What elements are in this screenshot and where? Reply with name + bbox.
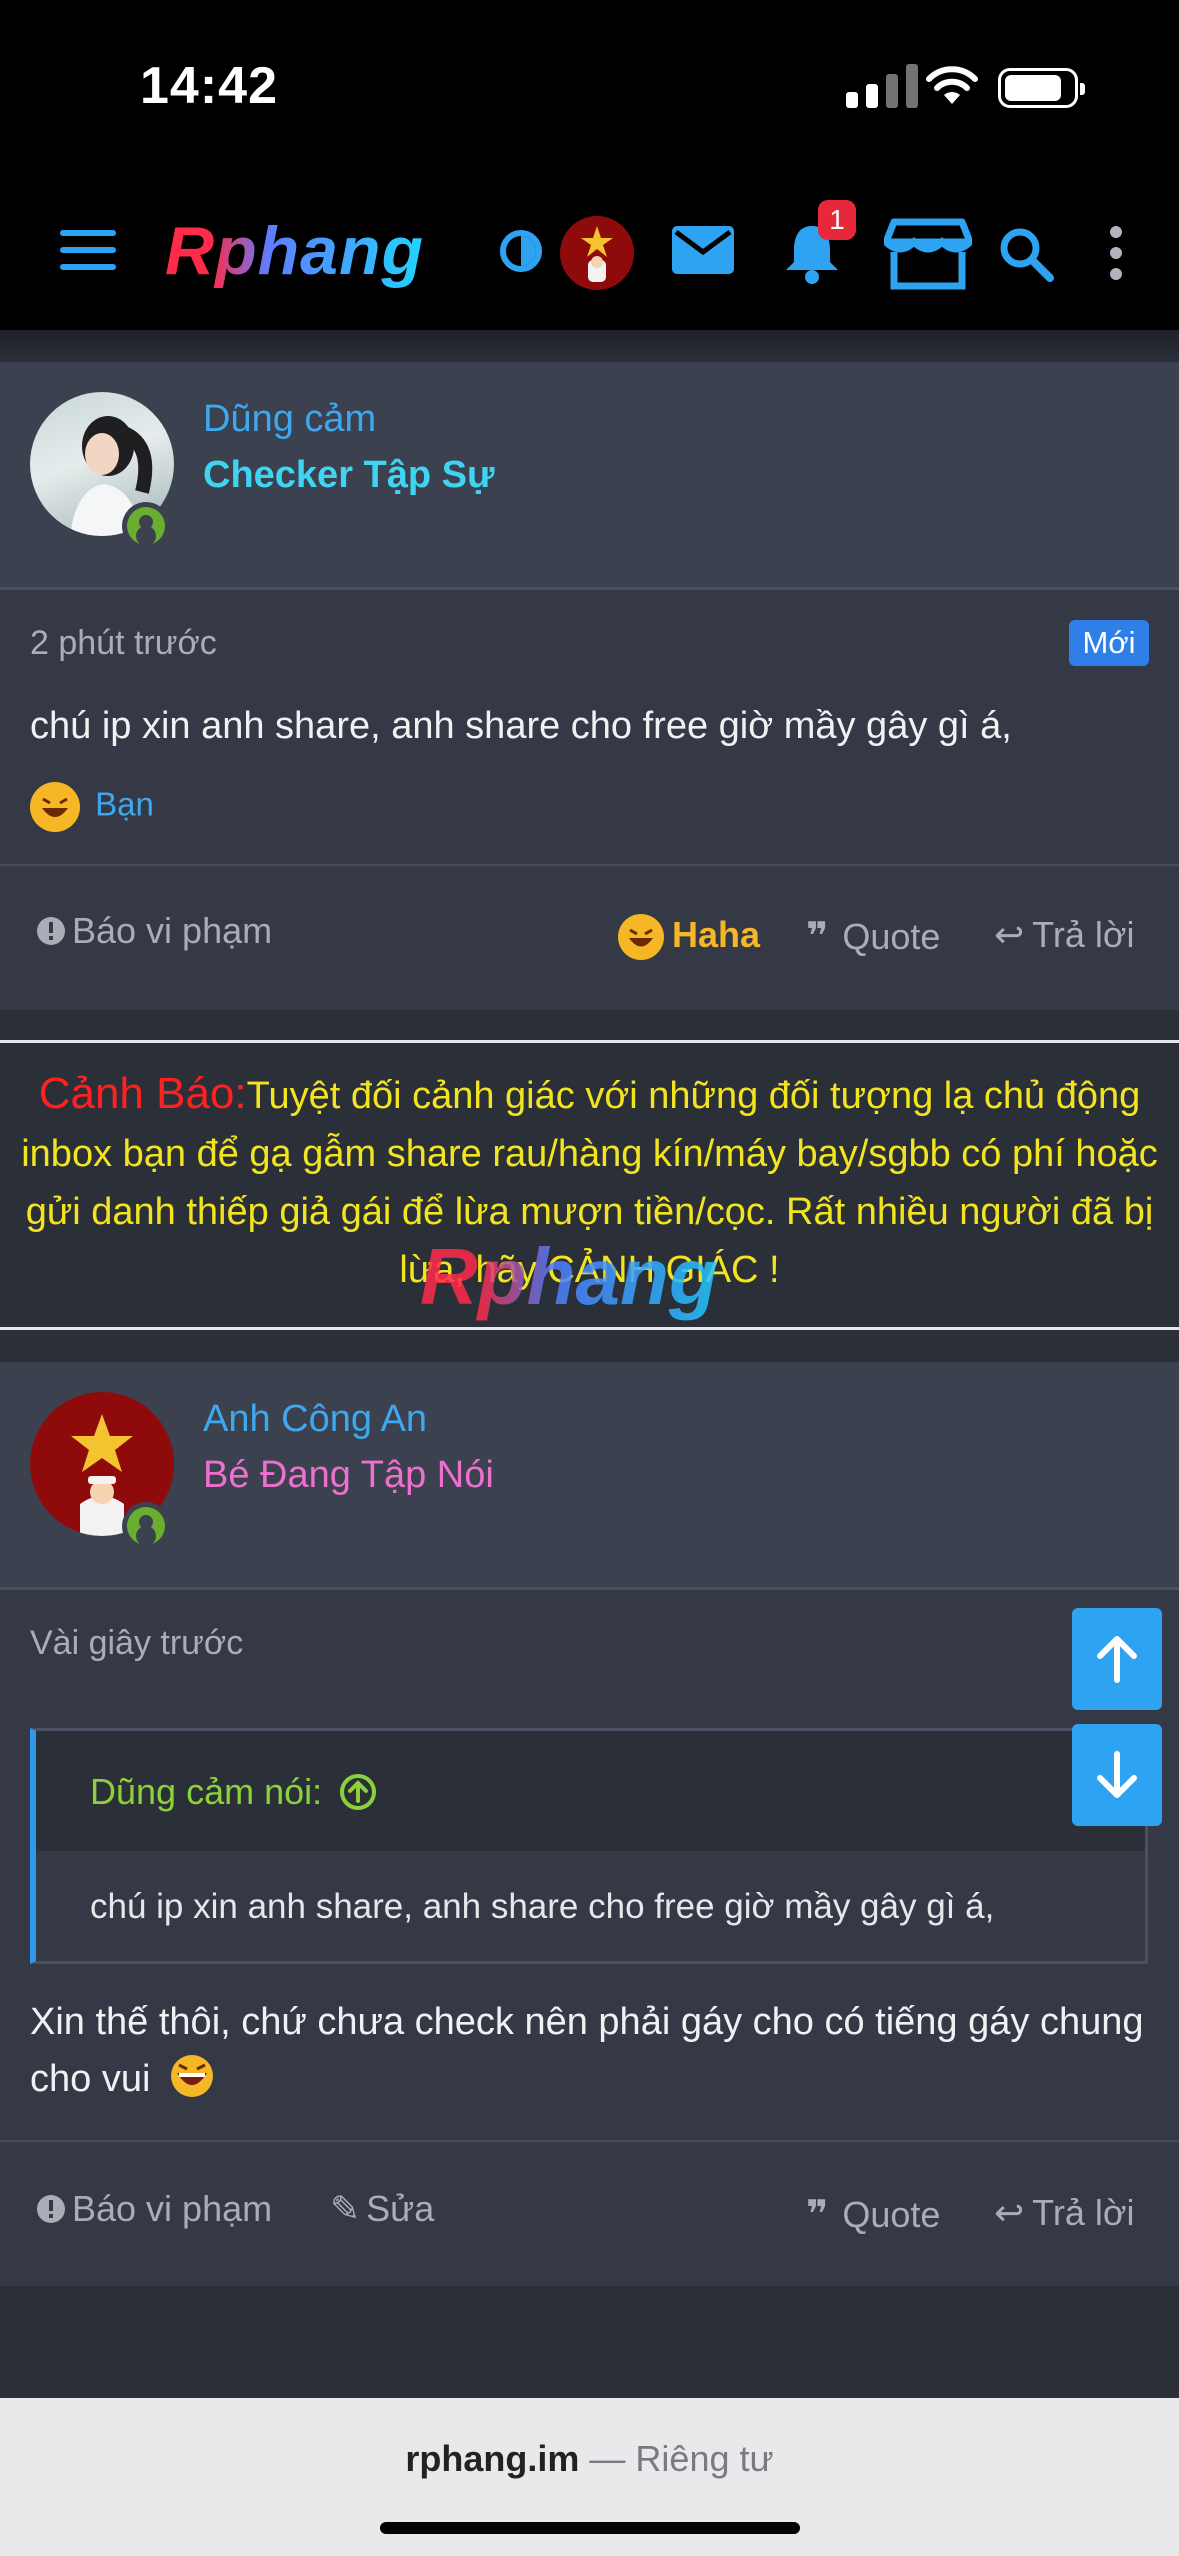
store-icon[interactable] [884, 216, 972, 290]
haha-label: Haha [672, 914, 761, 955]
status-time: 14:42 [140, 57, 278, 115]
edit-label: Sửa [366, 2188, 435, 2229]
new-badge: Mới [1069, 620, 1149, 666]
quote-label: Quote [842, 2194, 941, 2235]
quote-text: chú ip xin anh share, anh share cho free… [90, 1887, 995, 1926]
reaction-summary[interactable]: Bạn [30, 782, 154, 832]
divider [0, 2140, 1179, 2142]
report-icon [37, 917, 65, 945]
menu-icon[interactable] [60, 230, 116, 270]
battery-icon [998, 68, 1085, 108]
police-avatar-icon [581, 226, 613, 282]
reply-icon: ↩ [994, 914, 1025, 955]
quote-label: Quote [842, 916, 941, 957]
quote-block: Dũng cảm nói: chú ip xin anh share, anh … [30, 1728, 1148, 1964]
nav-shadow [0, 330, 1179, 362]
report-icon [37, 2195, 65, 2223]
quote-author: Dũng cảm nói: [90, 1771, 323, 1812]
quote-icon: ❞ [806, 916, 829, 958]
reply-button[interactable]: ↩ Trả lời [994, 2192, 1134, 2234]
author-name[interactable]: Anh Công An [203, 1398, 427, 1441]
haha-reaction-button[interactable]: Haha [618, 914, 761, 961]
contrast-icon[interactable] [500, 230, 542, 272]
reply-label: Trả lời [1032, 2192, 1135, 2233]
arrow-up-icon [1097, 1636, 1137, 1683]
user-avatar[interactable] [560, 216, 634, 290]
report-button[interactable]: Báo vi phạm [36, 910, 272, 952]
post-header: Dũng cảm Checker Tập Sự [0, 362, 1179, 590]
report-button[interactable]: Báo vi phạm [36, 2188, 272, 2230]
scroll-to-bottom-button[interactable] [1072, 1724, 1162, 1826]
post-body: Xin thế thôi, chứ chưa check nên phải gá… [30, 1994, 1150, 2108]
post-header: Anh Công An Bé Đang Tập Nói [0, 1362, 1179, 1590]
quote-header: Dũng cảm nói: [36, 1731, 1145, 1851]
reply-label: Trả lời [1032, 914, 1135, 955]
more-vertical-icon[interactable] [1106, 226, 1126, 280]
url-display[interactable]: rphang.im — Riêng tư [0, 2438, 1179, 2480]
url-privacy: — Riêng tư [589, 2438, 774, 2479]
quote-icon: ❞ [806, 2194, 829, 2236]
jump-up-icon[interactable] [338, 1772, 378, 1812]
post-time[interactable]: Vài giây trước [30, 1624, 243, 1663]
scroll-to-top-button[interactable] [1072, 1608, 1162, 1710]
wifi-icon [926, 66, 978, 104]
cellular-signal-icon [846, 64, 918, 108]
quote-author-link[interactable]: Dũng cảm nói: [90, 1771, 378, 1813]
reply-icon: ↩ [994, 2192, 1025, 2233]
online-status-icon [122, 1502, 170, 1550]
reply-button[interactable]: ↩ Trả lời [994, 914, 1134, 956]
report-label: Báo vi phạm [72, 2188, 273, 2229]
edit-button[interactable]: ✎ Sửa [330, 2188, 434, 2230]
divider [0, 864, 1179, 866]
post-actions: Báo vi phạm ✎ Sửa ❞ Quote ↩ Trả lời [0, 2188, 1179, 2258]
warning-banner: Cảnh Báo:Tuyệt đối cảnh giác với những đ… [0, 1040, 1179, 1330]
post-body: chú ip xin anh share, anh share cho free… [30, 705, 1012, 747]
laughing-emoji-icon [170, 2055, 213, 2097]
quote-button[interactable]: ❞ Quote [806, 914, 940, 959]
author-title: Checker Tập Sự [203, 454, 495, 496]
warning-label: Cảnh Báo: [38, 1069, 247, 1118]
url-domain: rphang.im [405, 2438, 580, 2479]
top-nav-bar: Rphang 1 [0, 170, 1179, 330]
notification-count-badge: 1 [818, 200, 856, 240]
site-logo[interactable]: Rphang [165, 212, 424, 290]
post-time[interactable]: 2 phút trước [30, 624, 217, 663]
author-name[interactable]: Dũng cảm [203, 398, 376, 441]
post-actions: Báo vi phạm Haha ❞ Quote ↩ Trả lời [0, 910, 1179, 980]
home-indicator[interactable] [380, 2522, 800, 2534]
mail-icon[interactable] [672, 226, 734, 274]
browser-address-bar[interactable]: rphang.im — Riêng tư [0, 2398, 1179, 2556]
watermark-logo: Rphang [420, 1232, 718, 1321]
haha-emoji-icon [30, 782, 80, 832]
quote-button[interactable]: ❞ Quote [806, 2192, 940, 2237]
online-status-icon [122, 502, 170, 550]
search-icon[interactable] [998, 226, 1054, 282]
reaction-user[interactable]: Bạn [95, 786, 154, 823]
post-1: Dũng cảm Checker Tập Sự 2 phút trước Mới… [0, 362, 1179, 1010]
arrow-down-icon [1097, 1751, 1137, 1798]
author-title: Bé Đang Tập Nói [203, 1454, 494, 1496]
haha-emoji-icon [618, 914, 664, 961]
report-label: Báo vi phạm [72, 910, 273, 951]
status-bar: 14:42 [0, 0, 1179, 170]
edit-icon: ✎ [330, 2188, 361, 2229]
